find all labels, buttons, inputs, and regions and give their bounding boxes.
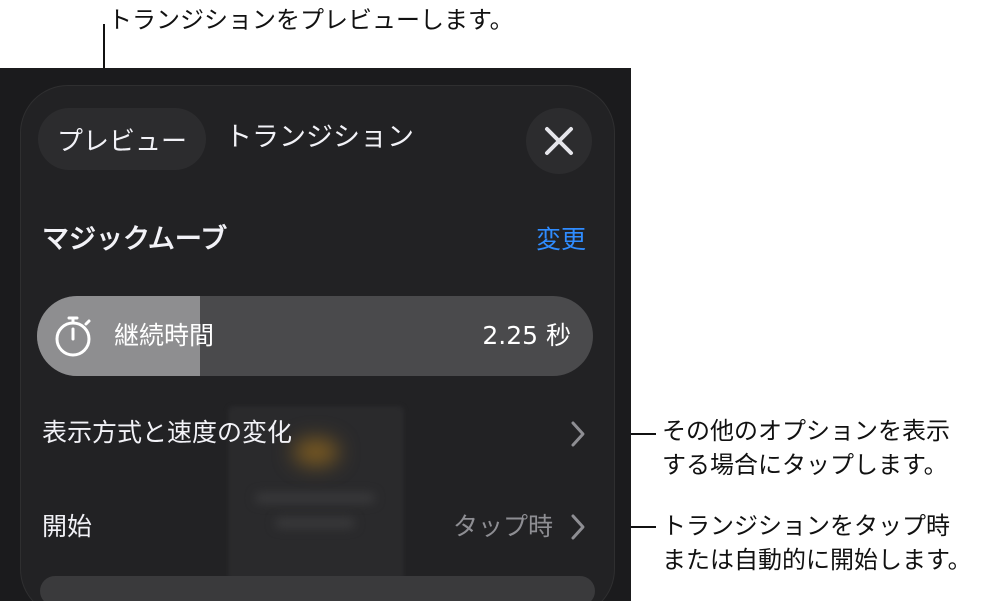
callout-options-line1: その他のオプションを表示 [662,417,950,445]
blurred-slide-text [255,493,375,503]
bottom-edge-bar [40,576,595,601]
blurred-slide-text [275,518,355,528]
callout-options-line2: する場合にタップします。 [662,451,948,479]
preview-button[interactable]: プレビュー [38,108,206,170]
start-row-value[interactable]: タップ時 [453,505,553,549]
close-button[interactable] [526,108,592,174]
duration-slider[interactable]: 継続時間 2.25 秒 [37,296,593,376]
close-icon [545,127,573,155]
callout-preview-text: トランジションをプレビューします。 [108,6,514,34]
duration-value: 2.25 秒 [482,321,571,350]
panel-title: トランジション [225,122,414,153]
callout-start-line2: または自動的に開始します。 [662,546,972,574]
callout-start-line1: トランジションをタップ時 [662,512,950,540]
transition-panel: プレビュー トランジション マジックムーブ 変更 継続時間 2.25 秒 表示方… [0,68,631,601]
delivery-and-speed-row[interactable]: 表示方式と速度の変化 [42,411,292,455]
chevron-right-icon[interactable] [570,513,586,541]
change-effect-button[interactable]: 変更 [536,220,586,260]
chevron-right-icon[interactable] [570,420,586,448]
blurred-slide-accent [293,438,339,466]
timer-icon [55,316,91,357]
duration-label: 継続時間 [114,321,215,350]
start-row-label[interactable]: 開始 [42,505,92,549]
effect-name: マジックムーブ [42,224,228,255]
